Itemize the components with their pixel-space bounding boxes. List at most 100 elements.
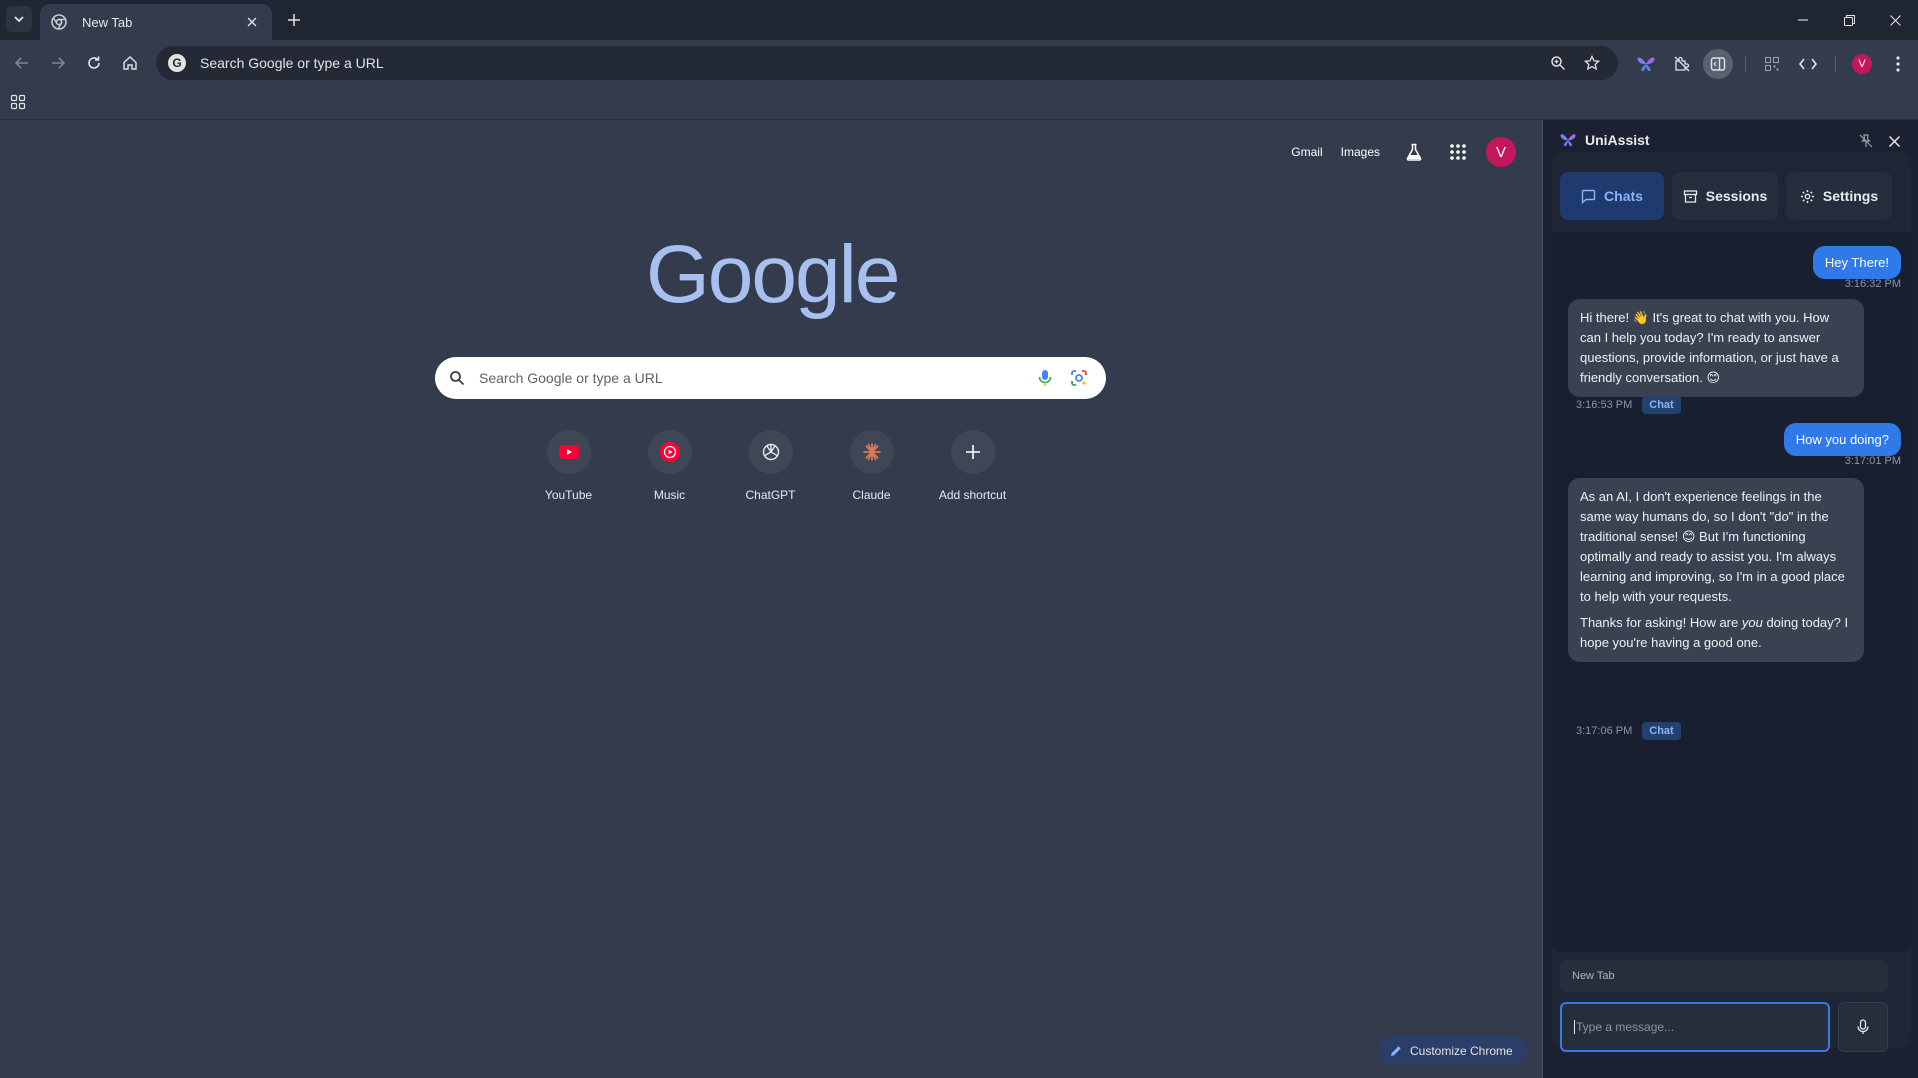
chrome-icon: [51, 14, 67, 30]
plus-icon: [965, 445, 980, 459]
message-meta: 3:16:53 PM Chat: [1576, 396, 1681, 414]
panel-title: UniAssist: [1585, 132, 1650, 148]
title-bar: New Tab: [0, 0, 1918, 40]
shortcut-label: Music: [653, 488, 686, 502]
tab-search-button[interactable]: [6, 6, 32, 32]
images-link[interactable]: Images: [1341, 145, 1380, 159]
tab-sessions[interactable]: Sessions: [1672, 172, 1778, 220]
back-arrow-icon: [14, 57, 28, 69]
chat-bubble-icon: [1581, 189, 1596, 204]
forward-arrow-icon: [52, 57, 66, 69]
voice-search-mic-icon[interactable]: [1032, 365, 1058, 391]
profile-button[interactable]: V: [1847, 49, 1877, 79]
labs-flask-icon[interactable]: [1398, 136, 1430, 168]
ntp-header: Gmail Images V: [1291, 136, 1516, 168]
google-apps-icon[interactable]: [1442, 136, 1474, 168]
uniassist-extension-icon[interactable]: [1631, 49, 1661, 79]
customize-label: Customize Chrome: [1410, 1043, 1513, 1058]
shortcuts: YouTube Music ChatGPT Claude Add shortcu…: [518, 430, 1023, 502]
unpin-button[interactable]: [1855, 130, 1877, 152]
close-panel-button[interactable]: [1883, 130, 1905, 152]
shortcut-music[interactable]: Music: [619, 430, 720, 502]
message-timestamp: 3:17:06 PM: [1576, 725, 1633, 737]
search-placeholder: Search Google or type a URL: [479, 370, 663, 386]
tab-settings[interactable]: Settings: [1786, 172, 1892, 220]
home-icon: [123, 56, 137, 70]
toolbar-divider: [1745, 56, 1746, 72]
shortcut-youtube[interactable]: YouTube: [518, 430, 619, 502]
assistant-message: Hi there! 👋 It's great to chat with you.…: [1568, 299, 1864, 397]
chat-messages[interactable]: Hey There! 3:16:32 PM Hi there! 👋 It's g…: [1551, 232, 1911, 952]
home-button[interactable]: [116, 49, 144, 77]
microphone-icon: [1857, 1019, 1869, 1034]
assistant-text: Hi there! 👋 It's great to chat with you.…: [1580, 310, 1839, 385]
close-window-button[interactable]: [1872, 0, 1918, 40]
toolbar: G Search Google or type a URL V: [0, 40, 1918, 86]
avatar: V: [1852, 54, 1872, 74]
omnibox-text: Search Google or type a URL: [200, 55, 384, 71]
gmail-link[interactable]: Gmail: [1291, 145, 1322, 159]
tab-label: Chats: [1604, 188, 1643, 204]
shortcut-label: Add shortcut: [938, 488, 1007, 502]
chevron-down-icon: [14, 16, 24, 23]
dev-tools-button[interactable]: [1793, 49, 1823, 79]
panel-header: UniAssist: [1559, 132, 1650, 148]
side-panel: UniAssist Chats Sessions Settings Hey Th…: [1543, 120, 1918, 1078]
pencil-icon: [1391, 1045, 1401, 1056]
input-placeholder: Type a message...: [1576, 1020, 1675, 1034]
message-input[interactable]: Type a message...: [1560, 1002, 1830, 1052]
chrome-menu-button[interactable]: [1883, 49, 1913, 79]
google-logo: Google: [646, 229, 900, 320]
tab-chats[interactable]: Chats: [1560, 172, 1664, 220]
panel-tab-bar: Chats Sessions Settings: [1560, 172, 1892, 220]
shortcut-chatgpt[interactable]: ChatGPT: [720, 430, 821, 502]
google-lens-icon[interactable]: [1066, 365, 1092, 391]
close-tab-icon[interactable]: [242, 12, 262, 32]
forward-button[interactable]: [44, 49, 72, 77]
message-timestamp: 3:16:32 PM: [1844, 278, 1901, 290]
close-icon: [1889, 14, 1901, 26]
side-panel-button[interactable]: [1703, 49, 1733, 79]
message-meta: 3:17:06 PM Chat: [1576, 722, 1681, 740]
restore-icon: [1843, 14, 1855, 26]
restore-button[interactable]: [1826, 0, 1872, 40]
zoom-icon[interactable]: [1544, 49, 1572, 77]
uniassist-logo-icon: [1560, 134, 1576, 147]
gear-icon: [1800, 189, 1814, 203]
minimize-icon: [1798, 19, 1808, 21]
qr-code-button[interactable]: [1757, 49, 1787, 79]
more-vertical-icon: [1896, 56, 1900, 72]
user-message: Hey There!: [1812, 246, 1901, 279]
code-icon: [1799, 58, 1817, 70]
plus-icon: [288, 14, 300, 26]
assistant-text: Thanks for asking! How are you doing tod…: [1580, 615, 1849, 650]
omnibox[interactable]: G Search Google or type a URL: [156, 46, 1618, 80]
archive-icon: [1683, 189, 1697, 203]
youtube-music-icon: [659, 442, 680, 462]
tab-label: Settings: [1822, 188, 1879, 204]
text-caret: [1574, 1020, 1575, 1034]
account-avatar[interactable]: V: [1486, 137, 1516, 167]
mode-badge: Chat: [1642, 396, 1681, 414]
user-message: How you doing?: [1783, 423, 1901, 456]
bookmark-star-icon[interactable]: [1578, 49, 1606, 77]
message-timestamp: 3:16:53 PM: [1576, 399, 1633, 411]
voice-input-button[interactable]: [1838, 1002, 1888, 1052]
reload-icon: [88, 56, 100, 69]
apps-button[interactable]: [10, 94, 30, 114]
reload-button[interactable]: [80, 49, 108, 77]
context-tab-chip[interactable]: New Tab: [1560, 960, 1888, 992]
google-g-icon: G: [168, 54, 186, 72]
extensions-puzzle-icon[interactable]: [1667, 49, 1697, 79]
customize-chrome-button[interactable]: Customize Chrome: [1378, 1036, 1527, 1065]
assistant-message: As an AI, I don't experience feelings in…: [1568, 478, 1864, 662]
tab-new-tab[interactable]: New Tab: [40, 4, 272, 40]
message-timestamp: 3:17:01 PM: [1844, 455, 1901, 467]
minimize-button[interactable]: [1780, 0, 1826, 40]
ntp-search-box[interactable]: Search Google or type a URL: [435, 357, 1106, 399]
shortcut-label: YouTube: [544, 488, 593, 502]
new-tab-button[interactable]: [282, 8, 306, 32]
shortcut-claude[interactable]: Claude: [821, 430, 922, 502]
back-button[interactable]: [8, 49, 36, 77]
shortcut-add[interactable]: Add shortcut: [922, 430, 1023, 502]
